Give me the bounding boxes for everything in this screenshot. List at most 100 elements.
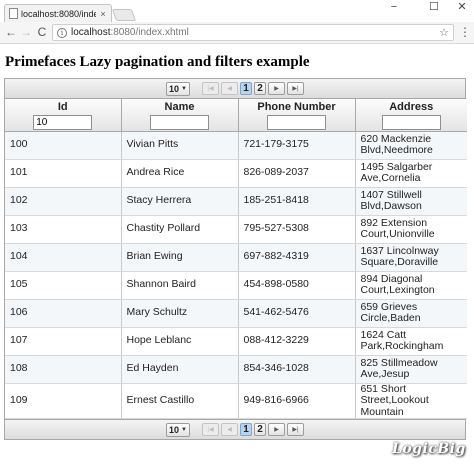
column-label-name: Name [164, 101, 195, 113]
data-table: 10 ▼ |◀ ◀ 1 2 ▶ ▶| Id Name Phone [4, 78, 467, 440]
table-row[interactable]: 106 Mary Schultz 541-462-5476 659 Grieve… [5, 299, 467, 328]
cell-address: 894 Diagonal Court,Lexington [355, 271, 467, 300]
back-arrow-icon[interactable]: ← [4, 25, 18, 39]
page-title: Primefaces Lazy pagination and filters e… [5, 54, 310, 70]
cell-phone: 697-882-4319 [238, 243, 356, 272]
first-page-button[interactable]: |◀ [202, 423, 219, 436]
bookmark-star-icon[interactable]: ☆ [439, 26, 449, 39]
table-row[interactable]: 102 Stacy Herrera 185-251-8418 1407 Stil… [5, 187, 467, 216]
cell-name: Shannon Baird [121, 271, 239, 300]
cell-id: 102 [5, 187, 122, 216]
cell-address: 659 Grieves Circle,Baden [355, 299, 467, 328]
header-row: Id Name Phone Number Address [5, 99, 467, 132]
cell-name: Andrea Rice [121, 159, 239, 188]
last-page-button[interactable]: ▶| [287, 82, 304, 95]
url-host: localhost [71, 27, 111, 38]
close-window-icon[interactable]: ✕ [450, 0, 474, 20]
new-tab-button[interactable] [111, 9, 137, 21]
cell-phone: 826-089-2037 [238, 159, 356, 188]
close-tab-icon[interactable]: × [99, 9, 107, 19]
page-2-button[interactable]: 2 [254, 423, 266, 436]
prev-page-button[interactable]: ◀ [221, 82, 238, 95]
minimize-icon[interactable]: − [382, 0, 406, 20]
column-header-phone[interactable]: Phone Number [238, 99, 356, 132]
cell-phone: 541-462-5476 [238, 299, 356, 328]
table-row[interactable]: 107 Hope Leblanc 088-412-3229 1624 Catt … [5, 327, 467, 356]
table-row[interactable]: 105 Shannon Baird 454-898-0580 894 Diago… [5, 271, 467, 300]
page-1-button[interactable]: 1 [240, 423, 252, 436]
browser-titlebar: localhost:8080/index.xhtr × − ☐ ✕ [0, 0, 474, 22]
cell-name: Stacy Herrera [121, 187, 239, 216]
cell-phone: 185-251-8418 [238, 187, 356, 216]
rows-per-page-value: 10 [169, 424, 180, 435]
page-icon [9, 8, 18, 19]
cell-id: 109 [5, 383, 122, 419]
cell-phone: 795-527-5308 [238, 215, 356, 244]
cell-name: Mary Schultz [121, 299, 239, 328]
rows-per-page-value: 10 [169, 83, 180, 94]
cell-id: 106 [5, 299, 122, 328]
forward-arrow-icon[interactable]: → [19, 25, 33, 39]
logicbig-watermark: LogicBig [392, 441, 466, 457]
column-header-id[interactable]: Id [5, 99, 122, 132]
paginator-top: 10 ▼ |◀ ◀ 1 2 ▶ ▶| [5, 79, 465, 99]
prev-page-button[interactable]: ◀ [221, 423, 238, 436]
table-row[interactable]: 103 Chastity Pollard 795-527-5308 892 Ex… [5, 215, 467, 244]
table-row[interactable]: 104 Brian Ewing 697-882-4319 1637 Lincol… [5, 243, 467, 272]
browser-toolbar: ← → C i localhost:8080/index.xhtml ☆ ⋮ [0, 22, 474, 44]
next-page-button[interactable]: ▶ [268, 82, 285, 95]
cell-address: 1624 Catt Park,Rockingham [355, 327, 467, 356]
browser-tab[interactable]: localhost:8080/index.xhtr × [4, 4, 112, 22]
cell-phone: 088-412-3229 [238, 327, 356, 356]
cell-id: 108 [5, 355, 122, 384]
cell-id: 103 [5, 215, 122, 244]
cell-id: 105 [5, 271, 122, 300]
last-page-button[interactable]: ▶| [287, 423, 304, 436]
cell-address: 1407 Stillwell Blvd,Dawson [355, 187, 467, 216]
page-1-button[interactable]: 1 [240, 82, 252, 95]
address-bar[interactable]: i localhost:8080/index.xhtml ☆ [52, 24, 454, 41]
cell-name: Brian Ewing [121, 243, 239, 272]
caret-down-icon: ▼ [181, 426, 187, 433]
next-page-button[interactable]: ▶ [268, 423, 285, 436]
reload-icon[interactable]: C [35, 25, 49, 39]
page-2-button[interactable]: 2 [254, 82, 266, 95]
table-row[interactable]: 108 Ed Hayden 854-346-1028 825 Stillmead… [5, 355, 467, 384]
url-text[interactable]: localhost:8080/index.xhtml [71, 27, 439, 38]
cell-id: 107 [5, 327, 122, 356]
cell-address: 651 Short Street,Lookout Mountain [355, 383, 467, 419]
cell-address: 1495 Salgarber Ave,Cornelia [355, 159, 467, 188]
phone-filter-input[interactable] [267, 115, 326, 130]
column-label-address: Address [389, 101, 434, 113]
cell-address: 892 Extension Court,Unionville [355, 215, 467, 244]
cell-phone: 949-816-6966 [238, 383, 356, 419]
column-label-phone: Phone Number [257, 101, 336, 113]
table-row[interactable]: 109 Ernest Castillo 949-816-6966 651 Sho… [5, 383, 467, 419]
cell-name: Ed Hayden [121, 355, 239, 384]
paginator-bottom: 10 ▼ |◀ ◀ 1 2 ▶ ▶| [5, 419, 465, 439]
cell-id: 100 [5, 131, 122, 160]
table-row[interactable]: 101 Andrea Rice 826-089-2037 1495 Salgar… [5, 159, 467, 188]
cell-phone: 854-346-1028 [238, 355, 356, 384]
maximize-icon[interactable]: ☐ [422, 0, 446, 20]
cell-name: Chastity Pollard [121, 215, 239, 244]
cell-name: Ernest Castillo [121, 383, 239, 419]
tab-title: localhost:8080/index.xhtr [21, 8, 96, 19]
records-table: Id Name Phone Number Address 10 [5, 99, 467, 419]
table-row[interactable]: 100 Vivian Pitts 721-179-3175 620 Macken… [5, 131, 467, 160]
cell-name: Hope Leblanc [121, 327, 239, 356]
column-label-id: Id [57, 101, 68, 113]
cell-phone: 454-898-0580 [238, 271, 356, 300]
cell-address: 620 Mackenzie Blvd,Needmore [355, 131, 467, 160]
column-header-name[interactable]: Name [121, 99, 239, 132]
id-filter-input[interactable] [33, 115, 93, 130]
rows-per-page-dropdown[interactable]: 10 ▼ [166, 422, 190, 437]
browser-menu-icon[interactable]: ⋮ [459, 25, 471, 39]
column-header-address[interactable]: Address [355, 99, 467, 132]
name-filter-input[interactable] [150, 115, 209, 130]
first-page-button[interactable]: |◀ [202, 82, 219, 95]
rows-per-page-dropdown[interactable]: 10 ▼ [166, 81, 190, 96]
address-filter-input[interactable] [381, 115, 441, 130]
info-icon[interactable]: i [57, 27, 67, 38]
url-path: :8080/index.xhtml [110, 27, 189, 38]
